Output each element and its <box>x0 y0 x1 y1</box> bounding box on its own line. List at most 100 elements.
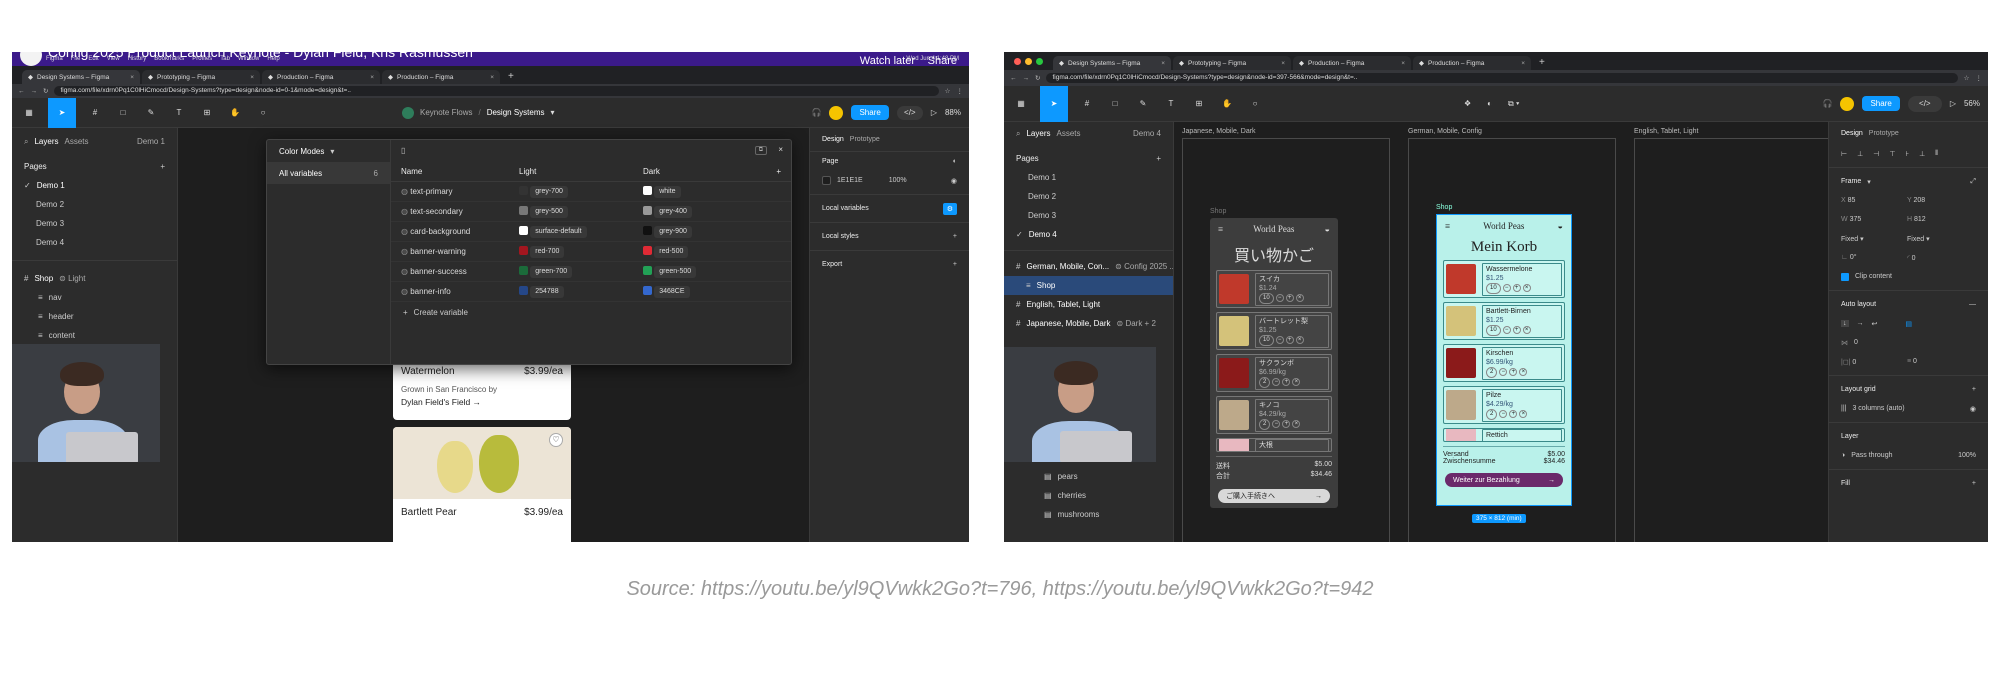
present-icon[interactable]: ▷ <box>931 108 937 117</box>
tab-assets[interactable]: Assets <box>65 137 89 146</box>
align-bottom-icon[interactable]: ⊥ <box>1919 150 1925 158</box>
light-value[interactable]: red-700 <box>515 245 639 258</box>
browser-tab[interactable]: ◆ Design Systems – Figma × <box>1053 56 1171 70</box>
tab-layers[interactable]: Layers <box>1026 129 1050 138</box>
direction-horizontal-icon[interactable]: → <box>1857 320 1864 327</box>
project-name[interactable]: Keynote Flows <box>420 108 472 117</box>
layer-frame[interactable]: # Japanese, Mobile, Dark ⊜ Dark + 2 <box>1004 314 1173 333</box>
minus-icon[interactable]: − <box>1502 326 1511 334</box>
browser-tab[interactable]: ◆ Production – Figma × <box>1293 56 1411 70</box>
plus-icon[interactable]: + <box>1509 368 1518 376</box>
favorite-icon[interactable]: ♡ <box>549 433 563 447</box>
layer-item[interactable]: ≡ nav <box>12 288 177 307</box>
canvas[interactable]: Japanese, Mobile, Dark German, Mobile, C… <box>1174 122 1848 542</box>
cart-item[interactable]: キノコ $4.29/kg 2− + × <box>1216 396 1332 434</box>
add-page-icon[interactable]: + <box>160 162 165 171</box>
export-row[interactable]: Export + <box>810 255 969 274</box>
tab-design[interactable]: Design <box>822 136 844 143</box>
page-color-value[interactable]: 1E1E1E <box>837 177 863 184</box>
jp-shop-screen[interactable]: ≡ World Peas ◒ 買い物かご スイカ $1.24 10− + × バートレット… <box>1210 218 1338 508</box>
basket-icon[interactable]: ◒ <box>1558 221 1563 231</box>
plus-icon[interactable]: + <box>1512 284 1521 292</box>
cart-item[interactable]: サクランボ $6.99/kg 2− + × <box>1216 354 1332 392</box>
padding-v-input[interactable]: 0 <box>1913 358 1917 365</box>
resize-icon[interactable]: ⤢ <box>1970 178 1976 186</box>
quantity-stepper[interactable]: 10− + × <box>1486 282 1558 294</box>
cart-item[interactable]: Bartlett-Birnen $1.25 10− + × <box>1443 302 1565 340</box>
blend-row[interactable]: ◑ Pass through 100% <box>1829 446 1988 465</box>
remove-item-icon[interactable]: × <box>1519 410 1528 418</box>
page-item[interactable]: Demo 3 <box>12 214 177 233</box>
search-icon[interactable]: ⌕ <box>24 137 28 147</box>
avatar[interactable] <box>1840 96 1855 111</box>
dev-mode-toggle[interactable]: </> <box>1907 95 1942 112</box>
plus-icon[interactable]: + <box>1282 378 1291 386</box>
y-input[interactable]: 208 <box>1914 197 1926 204</box>
page-item[interactable]: Demo 3 <box>1004 206 1173 225</box>
comment-icon[interactable]: ○ <box>1246 95 1264 113</box>
cart-item[interactable]: Wassermelone $1.25 10− + × <box>1443 260 1565 298</box>
w-input[interactable]: 375 <box>1850 216 1862 223</box>
layer-item[interactable]: ≡ content <box>12 326 177 345</box>
address-input[interactable]: figma.com/file/xdrn0Pq1C0lHiCmocd/Design… <box>1046 73 1958 83</box>
move-tool-icon[interactable]: ➤ <box>48 97 76 128</box>
cart-item[interactable]: Kirschen $6.99/kg 2− + × <box>1443 344 1565 382</box>
remove-item-icon[interactable]: × <box>1519 368 1528 376</box>
grid-row[interactable]: ||| 3 columns (auto) ◉ <box>1829 399 1988 418</box>
text-tool-icon[interactable]: T <box>1162 95 1180 113</box>
chevron-down-icon[interactable]: ▾ <box>1867 178 1871 186</box>
cart-item[interactable]: Pilze $4.29/kg 2− + × <box>1443 386 1565 424</box>
padding-h-input[interactable]: 0 <box>1852 359 1856 366</box>
mask-icon[interactable]: ◐ <box>1487 99 1492 109</box>
reload-icon[interactable]: ↻ <box>1035 74 1040 82</box>
align-right-icon[interactable]: ⊣ <box>1873 150 1879 158</box>
qty-value[interactable]: 10 <box>1486 324 1501 336</box>
shape-tool-icon[interactable]: □ <box>1106 95 1124 113</box>
remove-item-icon[interactable]: × <box>1522 326 1531 334</box>
minus-icon[interactable]: − <box>1275 336 1284 344</box>
h-input[interactable]: 812 <box>1914 216 1926 223</box>
de-shop-screen[interactable]: ≡ World Peas ◒ Mein Korb Wassermelone $1.… <box>1436 214 1572 506</box>
tab-design[interactable]: Design <box>1841 130 1863 137</box>
close-icon[interactable]: × <box>1521 60 1525 67</box>
new-tab-icon[interactable]: + <box>1533 56 1551 70</box>
tab-prototype[interactable]: Prototype <box>850 136 880 143</box>
menu-icon[interactable]: ≡ <box>1218 224 1223 234</box>
plus-icon[interactable]: + <box>1282 420 1291 428</box>
share-button[interactable]: Share <box>851 105 889 120</box>
minus-icon[interactable]: − <box>1502 284 1511 292</box>
zoom-level[interactable]: 56% <box>1964 99 1980 108</box>
eye-icon[interactable]: ◉ <box>1970 405 1976 413</box>
text-tool-icon[interactable]: T <box>170 104 188 122</box>
direction-vertical-icon[interactable]: ↓ <box>1841 320 1849 327</box>
forward-icon[interactable]: → <box>31 88 38 95</box>
tab-layers[interactable]: Layers <box>34 137 58 146</box>
frame-label[interactable]: German, Mobile, Config <box>1408 128 1482 135</box>
product-card[interactable]: Watermelon $3.99/ea Grown in San Francis… <box>393 360 571 420</box>
remove-item-icon[interactable]: × <box>1295 336 1304 344</box>
light-value[interactable]: 254788 <box>515 285 639 298</box>
minus-icon[interactable]: − <box>1499 410 1508 418</box>
qty-value[interactable]: 10 <box>1259 292 1274 304</box>
checkout-button[interactable]: ご購入手続きへ → <box>1218 489 1330 503</box>
canvas[interactable]: Watermelon $3.99/ea Grown in San Francis… <box>178 128 809 542</box>
qty-value[interactable]: 2 <box>1486 366 1498 378</box>
page-item[interactable]: Demo 4 <box>12 233 177 252</box>
variable-row[interactable]: ◍ text-primary grey-700 white <box>391 182 791 202</box>
cart-item[interactable]: バートレット梨 $1.25 10− + × <box>1216 312 1332 350</box>
remove-item-icon[interactable]: × <box>1522 284 1531 292</box>
layer-item[interactable]: ▤ mushrooms <box>1004 505 1173 524</box>
remove-item-icon[interactable]: × <box>1292 378 1301 386</box>
figma-menu-icon[interactable]: ▦ <box>1012 95 1030 113</box>
alignment-grid-icon[interactable]: ▤ <box>1905 320 1912 328</box>
component-icon[interactable]: ❖ <box>1464 99 1471 109</box>
cart-item[interactable]: 大根 <box>1216 438 1332 452</box>
browser-tab[interactable]: ◆ Design Systems – Figma × <box>22 70 140 84</box>
align-center-icon[interactable]: ⊥ <box>1857 150 1863 158</box>
opacity-input[interactable]: 100% <box>1958 452 1976 459</box>
page-select[interactable]: Demo 4 <box>1133 129 1161 138</box>
visibility-icon[interactable]: ◉ <box>951 177 957 185</box>
avatar[interactable] <box>829 105 844 120</box>
add-grid-icon[interactable]: + <box>1972 386 1976 393</box>
add-page-icon[interactable]: + <box>1156 154 1161 163</box>
